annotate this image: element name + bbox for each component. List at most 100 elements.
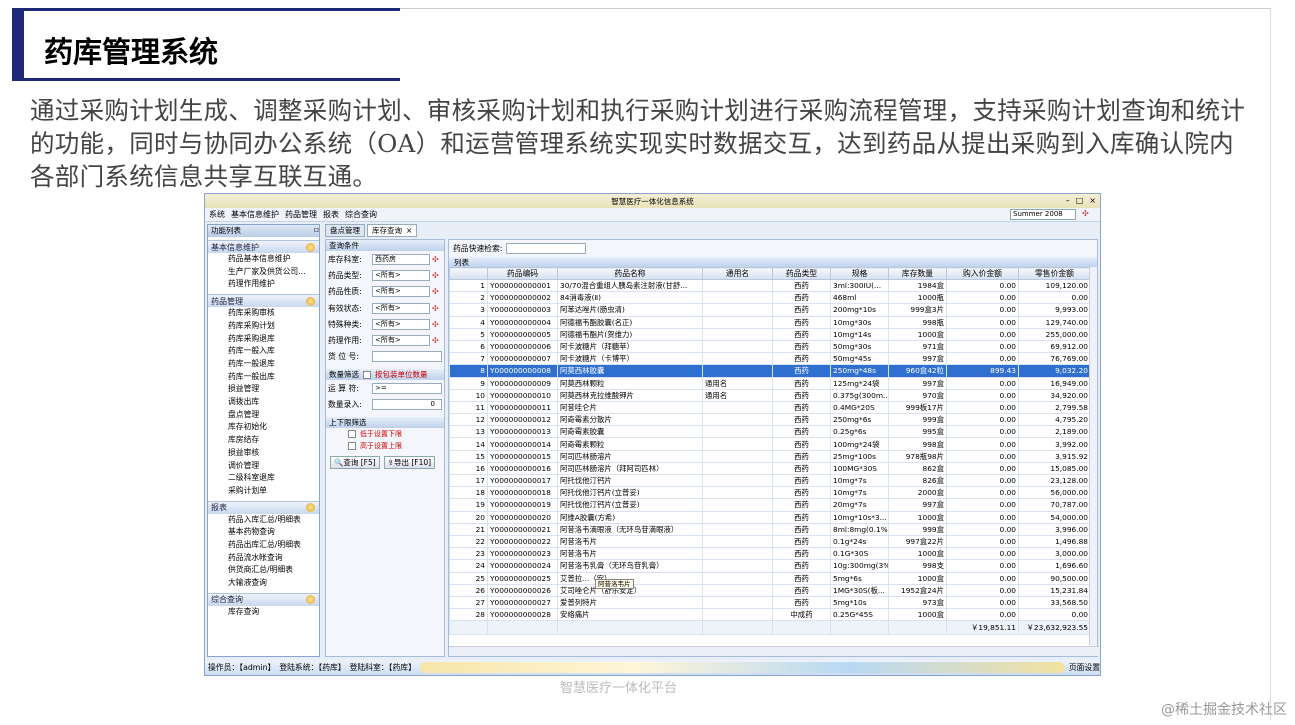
nav-item[interactable]: 二级科室退库 [208, 472, 319, 485]
table-row[interactable]: 2 Y000000000002 84消毒液(Ⅱ) 西药 468ml 1000瓶 0.00 0.… [449, 291, 1091, 305]
table-row[interactable]: 20 Y000000000020 阿维A胶囊(方希) 西药 10mg*10s*3... 1… [449, 510, 1091, 524]
table-row[interactable]: 10 Y000000000010 阿莫西林克拉维酸钾片 通用名 西药 0.375g(300… [449, 388, 1091, 402]
column-header[interactable]: 规格 [830, 267, 889, 280]
nav-item[interactable]: 生产厂家及供货公司... [208, 266, 319, 279]
dropdown-icon[interactable]: ✣ [432, 255, 442, 264]
table-row[interactable]: 21 Y000000000021 阿昔洛韦滴眼液（无环鸟苷滴眼液） 西药 8ml:8mg… [449, 522, 1091, 536]
nav-item[interactable]: 调价管理 [208, 460, 319, 473]
table-row[interactable]: 23 Y000000000023 阿昔洛韦片 西药 0.1G*30S 1000盒 0.00 3… [449, 547, 1091, 561]
table-row[interactable]: 25 Y000000000025 艾普拉...（安） 西药 5mg*6s 1000盒 0.0… [449, 571, 1091, 585]
nav-item[interactable]: 药品出库汇总/明细表 [208, 539, 319, 552]
filter-select[interactable]: 西药房 [372, 253, 430, 265]
nav-item[interactable]: 调拨出库 [208, 396, 319, 409]
vertical-scrollbar[interactable] [1089, 267, 1097, 645]
high-limit-checkbox[interactable]: 高于设置上限 [326, 440, 444, 452]
dropdown-icon[interactable]: ✣ [432, 336, 442, 345]
nav-item[interactable]: 药品流水帐查询 [208, 552, 319, 565]
tab-stock-query[interactable]: 库存查询 × [367, 224, 418, 237]
export-button[interactable]: ⇪ 导出 [F10] [383, 455, 436, 469]
table-row[interactable]: 24 Y000000000024 阿昔洛韦乳膏（无环鸟苷乳膏） 西药 10g:300mg… [449, 559, 1091, 573]
theme-select[interactable]: Summer 2008 [1010, 209, 1076, 220]
table-row[interactable]: 9 Y000000000009 阿莫西林颗粒 通用名 西药 125mg*24袋 997盒 0.… [449, 376, 1091, 390]
nav-item[interactable]: 库存初始化 [208, 421, 319, 434]
nav-item[interactable]: 药库采购审核 [208, 307, 319, 320]
filter-select[interactable]: <所有> [372, 286, 430, 298]
dropdown-icon[interactable]: ✣ [432, 320, 442, 329]
nav-group-header[interactable]: 报表 [208, 500, 319, 514]
table-row[interactable]: 28 Y000000000028 安络痛片 中成药 0.25G*45S 1000盒 0.00… [449, 608, 1091, 622]
nav-item[interactable]: 药库一般入库 [208, 345, 319, 358]
nav-group-header[interactable]: 综合查询 [208, 592, 319, 606]
table-row[interactable]: 27 Y000000000027 爱普列特片 西药 5mg*10s 973盒 0.00 33,… [449, 595, 1091, 610]
query-button[interactable]: 🔍 查询 [F5] [330, 455, 380, 469]
nav-item[interactable]: 药库采购退库 [208, 333, 319, 346]
column-header[interactable]: 购入价金额 [946, 267, 1019, 280]
table-row[interactable]: 26 Y000000000026 艾司唑仑片（舒乐安定） 西药 1MG*30S(板...… [449, 583, 1091, 597]
low-limit-checkbox[interactable]: 低于设置下限 [326, 428, 444, 440]
table-row[interactable]: 7 Y000000000007 阿卡波糖片（卡博平） 西药 50mg*45s 997盒 0.… [449, 352, 1091, 366]
table-row[interactable]: 13 Y000000000013 阿奇霉素胶囊 西药 0.25g*6s 995盒 0.00 2… [449, 425, 1091, 439]
nav-item[interactable]: 盘点管理 [208, 409, 319, 422]
unit-qty-checkbox[interactable] [363, 370, 371, 379]
column-header[interactable]: 通用名 [702, 267, 773, 280]
filter-select[interactable]: <所有> [372, 318, 430, 330]
column-header[interactable]: 药品编码 [487, 267, 558, 280]
filter-select[interactable]: <所有> [372, 335, 430, 347]
nav-item[interactable]: 药品基本信息维护 [208, 253, 319, 266]
theme-icon[interactable]: ✣ [1082, 209, 1092, 220]
table-row[interactable]: 17 Y000000000017 阿托伐他汀钙片 西药 10mg*7s 826盒 0.00 2… [449, 473, 1091, 488]
menu-basic-info[interactable]: 基本信息维护 [231, 209, 279, 220]
table-row[interactable]: 8 Y000000000008 阿莫西林胶囊 西药 250mg*48s 960盒42粒 89… [449, 364, 1091, 378]
column-header[interactable] [449, 267, 488, 280]
menu-drug-mgmt[interactable]: 药品管理 [285, 209, 317, 220]
nav-item[interactable]: 损益管理 [208, 383, 319, 396]
nav-item[interactable]: 损益审核 [208, 447, 319, 460]
table-row[interactable]: 15 Y000000000015 阿司匹林肠溶片 西药 25mg*100s 978瓶98片… [449, 449, 1091, 463]
page-setup-link[interactable]: 页面设置 [1069, 662, 1100, 673]
dropdown-icon[interactable]: ✣ [432, 271, 442, 280]
minimize-icon[interactable]: – [1066, 196, 1070, 205]
table-row[interactable]: 5 Y000000000005 阿德福韦酯片(贺维力) 西药 10mg*14s 1000盒… [449, 327, 1091, 341]
quick-search-input[interactable] [506, 243, 587, 254]
nav-item[interactable]: 供货商汇总/明细表 [208, 564, 319, 577]
table-row[interactable]: 11 Y000000000011 阿昔哇仑片 西药 0.4MG*20S 999板17片 0.… [449, 400, 1091, 415]
menu-query[interactable]: 综合查询 [345, 209, 377, 220]
close-icon[interactable]: × [1089, 196, 1096, 205]
nav-item[interactable]: 采购计划单 [208, 485, 319, 498]
filter-select[interactable]: <所有> [372, 269, 430, 281]
column-header[interactable]: 库存数量 [888, 267, 947, 280]
nav-item[interactable]: 基本药物查询 [208, 526, 319, 539]
table-row[interactable]: 16 Y000000000016 阿司匹林肠溶片（拜阿司匹林） 西药 100MG*30S… [449, 461, 1091, 476]
dropdown-icon[interactable]: ✣ [432, 287, 442, 296]
maximize-icon[interactable]: □ [1076, 196, 1084, 205]
operator-select[interactable]: >= [372, 382, 442, 394]
column-header[interactable]: 零售价金额 [1018, 267, 1091, 280]
table-row[interactable]: 12 Y000000000012 阿奇霉素分散片 西药 250mg*6s 999盒 0.00… [449, 413, 1091, 427]
table-row[interactable]: 19 Y000000000019 阿托伐他汀钙片(立普妥) 西药 20mg*7s 997盒… [449, 498, 1091, 512]
nav-group-header[interactable]: 药品管理 [208, 294, 319, 308]
table-row[interactable]: 6 Y000000000006 阿卡波糖片（拜糖苹） 西药 50mg*30s 971盒 0.… [449, 339, 1091, 354]
column-header[interactable]: 药品名称 [557, 267, 703, 280]
nav-item[interactable]: 药理作用维护 [208, 278, 319, 291]
nav-item[interactable]: 药库采购计划 [208, 320, 319, 333]
column-header[interactable]: 药品类型 [772, 267, 831, 280]
qty-input[interactable]: 0 [372, 399, 442, 411]
nav-item[interactable]: 药库一般出库 [208, 371, 319, 384]
menu-reports[interactable]: 报表 [323, 209, 339, 220]
table-row[interactable]: 22 Y000000000022 阿昔洛韦片 西药 0.1g*24s 997盒22片 0.0… [449, 534, 1091, 549]
table-row[interactable]: 14 Y000000000014 阿奇霉素颗粒 西药 100mg*24袋 998盒 0.00… [449, 437, 1091, 451]
close-tab-icon[interactable]: × [406, 226, 412, 235]
nav-item[interactable]: 库房结存 [208, 434, 319, 447]
dropdown-icon[interactable]: ✣ [432, 304, 442, 313]
table-row[interactable]: 1 Y000000000001 30/70混合重组人胰岛素注射液(甘舒... 西药 3m… [449, 278, 1091, 293]
table-row[interactable]: 4 Y000000000004 阿德福韦酯胶囊(名正) 西药 10mg*30s 998瓶 0… [449, 315, 1091, 329]
pin-icon[interactable]: ▫ [314, 225, 319, 237]
menu-system[interactable]: 系统 [209, 209, 225, 220]
filter-select[interactable]: <所有> [372, 302, 430, 314]
table-row[interactable]: 3 Y000000000003 阿苯达唑片(肠虫清) 西药 200mg*10s 999盒3… [449, 303, 1091, 317]
table-row[interactable]: 18 Y000000000018 阿托伐他汀钙片(立普妥) 西药 10mg*7s 2000… [449, 486, 1091, 500]
tab-inventory-check[interactable]: 盘点管理 [325, 224, 365, 237]
nav-item[interactable]: 大输液查询 [208, 577, 319, 590]
nav-item[interactable]: 库存查询 [208, 606, 319, 619]
nav-group-header[interactable]: 基本信息维护 [208, 240, 319, 253]
